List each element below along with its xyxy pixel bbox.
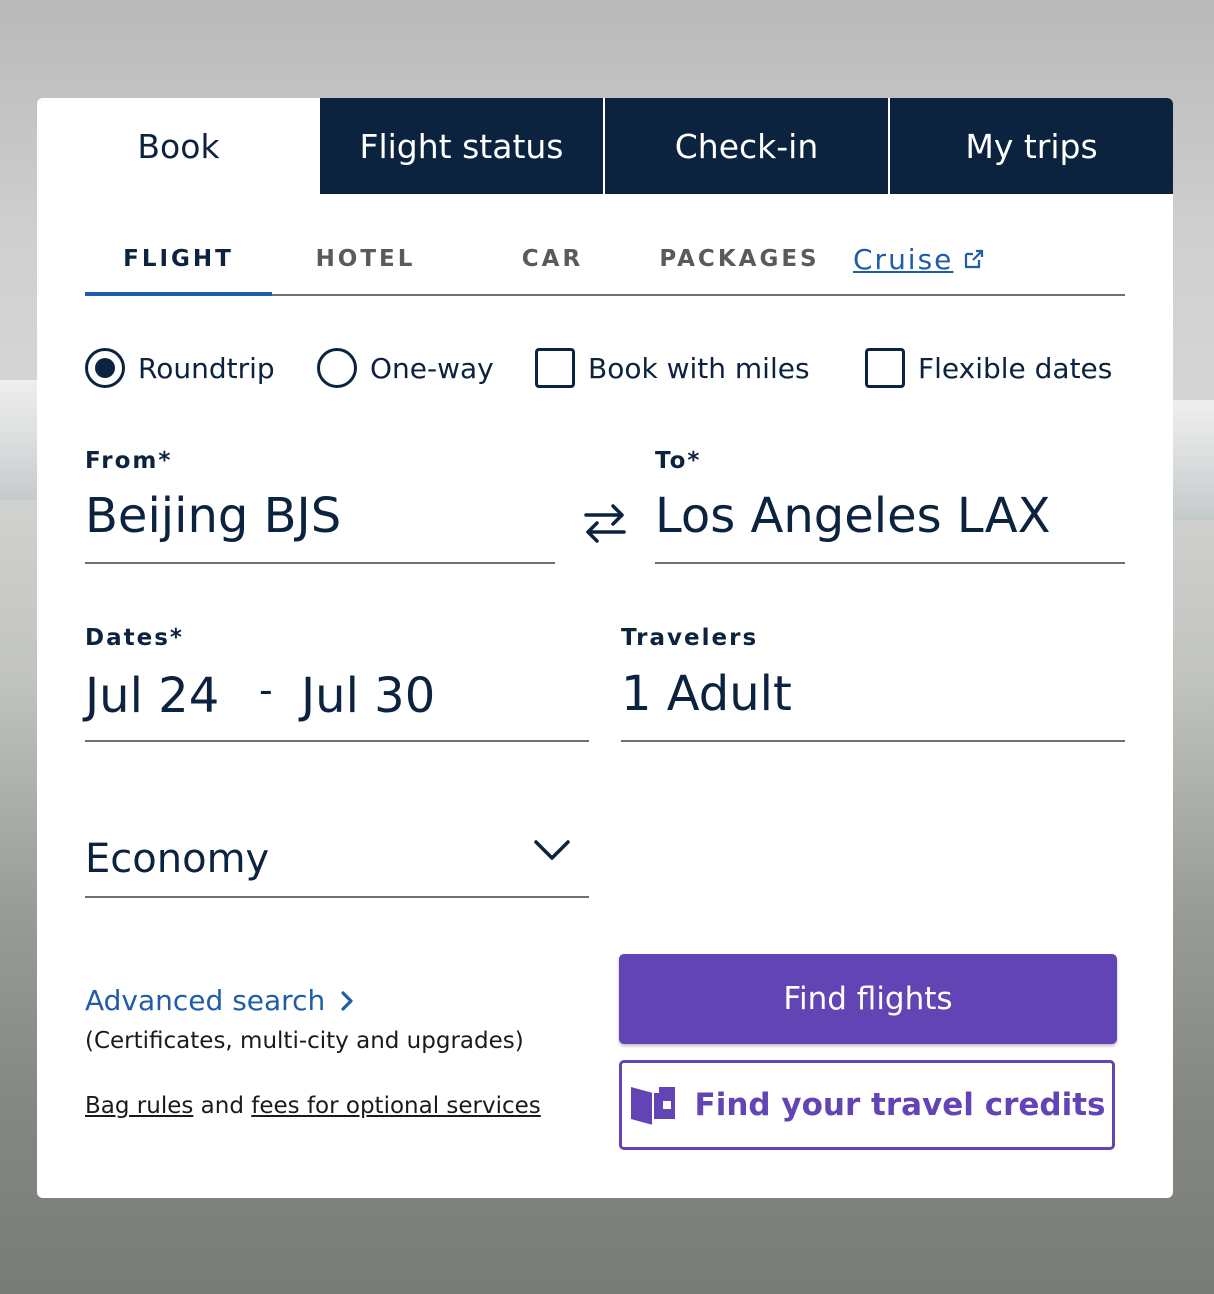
optional-fees-link[interactable]: fees for optional services — [251, 1093, 541, 1119]
chevron-down-icon[interactable] — [532, 836, 572, 866]
dates-underline — [85, 740, 589, 742]
from-label: From* — [85, 448, 173, 474]
from-field[interactable]: Beijing BJS — [85, 488, 341, 544]
date-separator: - — [259, 668, 273, 712]
find-travel-credits-button[interactable]: Find your travel credits — [619, 1060, 1115, 1150]
tab-my-trips[interactable]: My trips — [888, 98, 1173, 194]
find-flights-button[interactable]: Find flights — [619, 954, 1117, 1044]
radio-selected-dot — [95, 358, 115, 378]
to-field[interactable]: Los Angeles LAX — [655, 488, 1050, 544]
tab-car[interactable]: CAR — [459, 234, 646, 294]
product-tab-bar: FLIGHT HOTEL CAR PACKAGES Cruise — [85, 234, 1125, 296]
cabin-underline — [85, 896, 589, 898]
to-underline — [655, 562, 1125, 564]
bag-rules-link[interactable]: Bag rules — [85, 1093, 193, 1119]
tab-book[interactable]: Book — [37, 98, 320, 194]
roundtrip-radio[interactable] — [85, 348, 125, 388]
chevron-right-icon — [341, 990, 353, 1011]
tab-cruise[interactable]: Cruise — [833, 234, 1020, 294]
dates-label: Dates* — [85, 625, 184, 651]
advanced-search-link[interactable]: Advanced search — [85, 984, 359, 1017]
wallet-icon — [630, 1087, 675, 1125]
book-with-miles-option[interactable]: Book with miles — [535, 348, 810, 388]
tab-flight[interactable]: FLIGHT — [85, 234, 272, 296]
advanced-search-description: (Certificates, multi-city and upgrades) — [85, 1028, 524, 1054]
oneway-label: One-way — [370, 351, 494, 385]
bag-info-text: Bag rules and fees for optional services — [85, 1093, 541, 1119]
to-label: To* — [655, 448, 702, 474]
travelers-field[interactable]: 1 Adult — [621, 666, 792, 722]
roundtrip-option[interactable]: Roundtrip — [85, 348, 275, 388]
return-date-field[interactable]: Jul 30 — [301, 668, 435, 724]
oneway-radio[interactable] — [317, 348, 357, 388]
book-with-miles-checkbox[interactable] — [535, 348, 575, 388]
book-with-miles-label: Book with miles — [588, 351, 810, 385]
oneway-option[interactable]: One-way — [317, 348, 494, 388]
advanced-search-label[interactable]: Advanced search — [85, 984, 325, 1017]
swap-arrows-icon[interactable] — [580, 498, 630, 548]
travelers-label: Travelers — [621, 625, 759, 651]
find-flights-label: Find flights — [783, 981, 953, 1017]
top-tab-bar: Book Flight status Check-in My trips — [37, 98, 1173, 194]
cabin-select[interactable]: Economy — [85, 836, 269, 882]
from-underline — [85, 562, 555, 564]
tab-check-in[interactable]: Check-in — [603, 98, 888, 194]
travelers-underline — [621, 740, 1125, 742]
flexible-dates-label: Flexible dates — [918, 351, 1113, 385]
flexible-dates-checkbox[interactable] — [865, 348, 905, 388]
roundtrip-label: Roundtrip — [138, 351, 275, 385]
bag-connector: and — [193, 1093, 252, 1119]
external-link-icon — [965, 249, 984, 269]
booking-widget: Book Flight status Check-in My trips FLI… — [37, 98, 1173, 1198]
tab-flight-status[interactable]: Flight status — [320, 98, 603, 194]
depart-date-field[interactable]: Jul 24 — [85, 668, 219, 724]
flexible-dates-option[interactable]: Flexible dates — [865, 348, 1112, 388]
trip-options: Roundtrip One-way Book with miles Flexib… — [85, 348, 1125, 392]
tab-hotel[interactable]: HOTEL — [272, 234, 459, 294]
find-travel-credits-label: Find your travel credits — [694, 1087, 1106, 1123]
cruise-link-label[interactable]: Cruise — [853, 243, 953, 276]
tab-packages[interactable]: PACKAGES — [646, 234, 833, 294]
